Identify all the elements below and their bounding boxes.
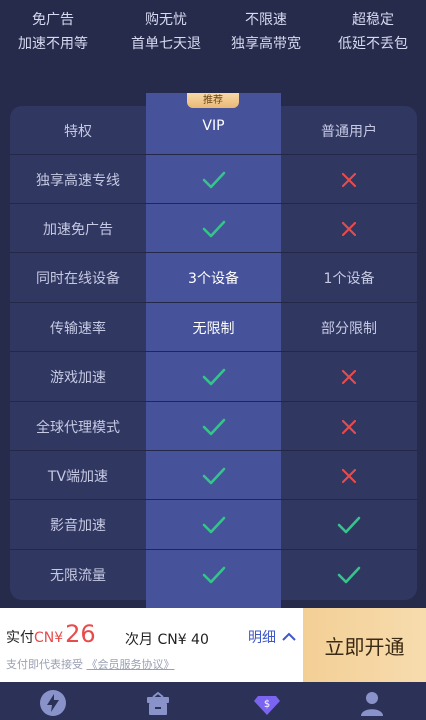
cross-icon xyxy=(341,172,357,187)
check-icon xyxy=(202,171,225,188)
bottom-nav: $ xyxy=(0,682,426,720)
table-row: 全球代理模式 xyxy=(10,402,417,451)
header-vip: VIP xyxy=(202,118,225,134)
vip-value xyxy=(146,204,281,253)
detail-toggle[interactable]: 明细 xyxy=(248,627,296,647)
price-amount: 26 xyxy=(65,620,96,648)
vip-value xyxy=(146,550,281,599)
check-icon xyxy=(202,516,225,534)
feature-name: 独享高速专线 xyxy=(36,172,120,189)
normal-value: 部分限制 xyxy=(321,320,377,337)
normal-value xyxy=(281,550,417,599)
normal-value: 1个设备 xyxy=(323,271,375,288)
vip-diamond-icon[interactable]: $ xyxy=(252,688,282,718)
vip-value xyxy=(146,501,281,550)
normal-value xyxy=(281,204,417,253)
benefit-title: 不限速 xyxy=(245,12,287,28)
table-row: 同时在线设备 3个设备 1个设备 xyxy=(10,254,417,303)
feature-name: 同时在线设备 xyxy=(36,271,120,288)
check-icon xyxy=(202,418,225,435)
benefit-title: 超稳定 xyxy=(352,12,394,28)
next-month-price: 次月 CN¥ 40 xyxy=(125,632,209,648)
check-icon xyxy=(337,516,361,534)
open-vip-button[interactable]: 立即开通 xyxy=(303,608,426,682)
benefit-subtitle: 低延不丢包 xyxy=(338,36,408,52)
table-row: TV端加速 xyxy=(10,451,417,501)
benefit-title: 免广告 xyxy=(32,12,74,28)
benefit-subtitle: 加速不用等 xyxy=(18,36,88,52)
cross-icon xyxy=(341,370,357,385)
table-row: 影音加速 xyxy=(10,501,417,550)
table-row: 无限流量 xyxy=(10,550,417,599)
benefits-bar: 免广告 加速不用等 购无忧 首单七天退 不限速 独享高带宽 超稳定 低延不丢包 xyxy=(0,8,426,68)
detail-label: 明细 xyxy=(248,630,276,646)
paid-label: 实付 xyxy=(6,630,34,646)
table-row: 传输速率 无限制 部分限制 xyxy=(10,303,417,353)
paid-amount: 实付 CN¥ 26 xyxy=(6,620,96,648)
header-normal: 普通用户 xyxy=(321,123,377,140)
benefit-item: 购无忧 首单七天退 xyxy=(113,8,219,56)
benefit-item: 不限速 独享高带宽 xyxy=(213,8,319,56)
feature-name: 无限流量 xyxy=(50,567,106,584)
feature-name: TV端加速 xyxy=(47,468,109,485)
table-row: 加速免广告 xyxy=(10,204,417,254)
vip-value: 3个设备 xyxy=(188,271,239,288)
feature-name: 影音加速 xyxy=(50,518,106,535)
benefit-title: 购无忧 xyxy=(145,12,187,28)
normal-value xyxy=(281,451,417,500)
gift-icon[interactable] xyxy=(143,688,173,718)
currency-label: CN¥ xyxy=(34,630,64,646)
agreement-prefix: 支付即代表接受 xyxy=(6,658,83,671)
feature-name: 加速免广告 xyxy=(43,221,113,238)
check-icon xyxy=(337,566,361,583)
check-icon xyxy=(202,220,225,238)
check-icon xyxy=(202,368,225,386)
normal-value xyxy=(281,501,417,550)
table-row: 独享高速专线 xyxy=(10,155,417,204)
feature-name: 全球代理模式 xyxy=(36,419,120,436)
feature-name: 传输速率 xyxy=(50,320,106,337)
benefit-item: 超稳定 低延不丢包 xyxy=(320,8,426,56)
svg-text:$: $ xyxy=(264,699,270,710)
user-icon[interactable] xyxy=(357,688,387,718)
normal-value xyxy=(281,353,417,402)
vip-value xyxy=(146,451,281,500)
cross-icon xyxy=(341,419,357,434)
vip-value xyxy=(146,402,281,451)
check-icon xyxy=(202,467,225,485)
normal-value xyxy=(281,155,417,204)
check-icon xyxy=(202,566,225,583)
chevron-up-icon xyxy=(282,632,296,641)
cross-icon xyxy=(341,221,357,236)
table-header-row: 特权 VIP 普通用户 xyxy=(10,106,417,155)
cross-icon xyxy=(341,468,357,483)
benefit-subtitle: 首单七天退 xyxy=(131,36,201,52)
vip-value xyxy=(146,155,281,204)
header-feature: 特权 xyxy=(64,123,92,140)
benefit-subtitle: 独享高带宽 xyxy=(231,36,301,52)
table-row: 游戏加速 xyxy=(10,353,417,402)
benefit-item: 免广告 加速不用等 xyxy=(0,8,106,56)
feature-name: 游戏加速 xyxy=(50,370,106,387)
lightning-icon[interactable] xyxy=(38,688,68,718)
vip-value: 无限制 xyxy=(192,320,235,337)
agreement-text: 支付即代表接受 《会员服务协议》 xyxy=(6,656,175,672)
normal-value xyxy=(281,402,417,451)
agreement-link[interactable]: 《会员服务协议》 xyxy=(87,658,175,671)
vip-value xyxy=(146,353,281,402)
